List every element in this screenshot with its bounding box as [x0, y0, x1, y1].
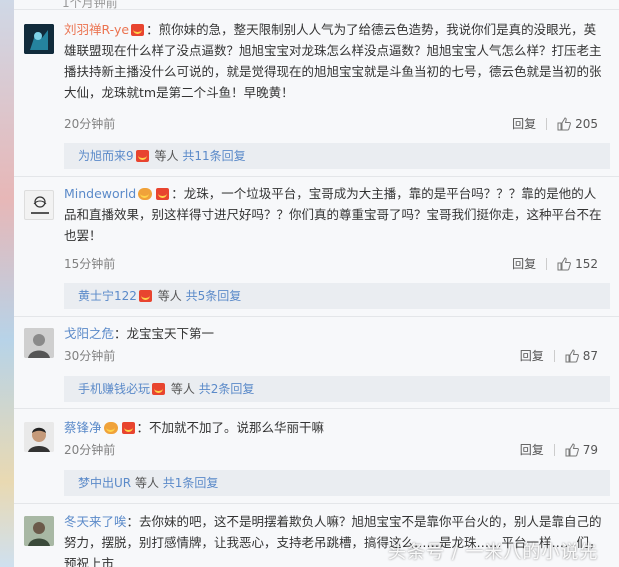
comment-content: 刘羽禅R-ye ：煎你妹的急，整天限制别人人气为了给德云色造势，我说你们是真的没眼…	[64, 19, 604, 103]
reply-thread[interactable]: 黄士宁122 等人 共5条回复	[64, 283, 610, 309]
like-button[interactable]: 205	[557, 117, 598, 131]
comment-time: 30分钟前	[64, 349, 116, 363]
reply-user[interactable]: 手机赚钱必玩	[78, 382, 150, 396]
vip-badge-icon	[138, 290, 152, 302]
reply-count-link[interactable]: 共2条回复	[199, 382, 255, 396]
like-count: 152	[575, 256, 598, 271]
reply-user[interactable]: 为旭而来9	[78, 149, 134, 163]
action-divider	[553, 443, 555, 456]
vip-badge-icon	[135, 150, 149, 162]
divider	[14, 9, 619, 10]
reply-button[interactable]: 回复	[520, 347, 544, 364]
action-divider	[546, 117, 548, 130]
reply-others: 等人	[154, 149, 179, 163]
comment-username[interactable]: 戈阳之危	[64, 326, 114, 341]
reply-button[interactable]: 回复	[512, 115, 536, 132]
reply-others: 等人	[157, 289, 182, 303]
reply-count-link[interactable]: 共11条回复	[182, 149, 245, 163]
reply-others: 等人	[134, 476, 159, 490]
like-button[interactable]: 79	[565, 443, 598, 457]
divider	[14, 176, 619, 177]
reply-count-link[interactable]: 共5条回复	[186, 289, 242, 303]
comment-text: ：不加就不加了。说那么华丽干嘛	[136, 420, 325, 435]
comment-meta: 15分钟前 回复 152	[64, 255, 604, 273]
vip-badge-icon	[121, 422, 135, 434]
like-count: 87	[582, 348, 598, 363]
divider	[14, 503, 619, 504]
avatar[interactable]	[24, 516, 54, 546]
reply-thread[interactable]: 手机赚钱必玩 等人 共2条回复	[64, 376, 610, 402]
comment-content: 蔡锋净 ：不加就不加了。说那么华丽干嘛	[64, 417, 604, 438]
reply-thread[interactable]: 梦中出UR 等人 共1条回复	[64, 470, 610, 496]
avatar[interactable]	[24, 328, 54, 358]
comment-time: 20分钟前	[64, 117, 116, 131]
comment-time: 20分钟前	[64, 443, 116, 457]
comment-username[interactable]: Mindeworld	[64, 186, 136, 201]
like-button[interactable]: 87	[565, 349, 598, 363]
reply-user[interactable]: 梦中出UR	[78, 476, 131, 490]
thumbs-up-icon	[565, 442, 579, 456]
avatar[interactable]	[24, 190, 54, 220]
comment-meta: 20分钟前 回复 205	[64, 115, 604, 133]
comment-time: 15分钟前	[64, 257, 116, 271]
comment-text: ：龙宝宝天下第一	[114, 326, 215, 341]
comment-meta: 20分钟前 回复 79	[64, 441, 604, 459]
comment-panel: 1个月钟前 刘羽禅R-ye ：煎你妹的急，整天限制别人人气为了给德云色造势，我说你…	[14, 0, 619, 567]
comment-username[interactable]: 蔡锋净	[64, 420, 102, 435]
action-divider	[553, 349, 555, 362]
fan-badge-icon	[103, 422, 118, 434]
comment-content: Mindeworld ：龙珠，一个垃圾平台，宝哥成为大主播，靠的是平台吗？？？靠的…	[64, 183, 604, 246]
fan-badge-icon	[138, 188, 153, 200]
thumbs-up-icon	[557, 256, 572, 270]
vip-badge-icon	[131, 24, 145, 36]
watermark: 头条号 / 一米八的小说先	[388, 542, 599, 563]
thumbs-up-icon	[565, 348, 579, 362]
reply-button[interactable]: 回复	[512, 255, 536, 272]
vip-badge-icon	[152, 383, 166, 395]
reply-user[interactable]: 黄士宁122	[78, 289, 137, 303]
comment-meta: 30分钟前 回复 87	[64, 347, 604, 365]
like-count: 79	[582, 442, 598, 457]
avatar[interactable]	[24, 24, 54, 54]
comment-username[interactable]: 刘羽禅R-ye	[64, 22, 129, 37]
vip-badge-icon	[156, 188, 170, 200]
background-strip	[0, 0, 14, 567]
reply-others: 等人	[170, 382, 195, 396]
reply-thread[interactable]: 为旭而来9 等人 共11条回复	[64, 143, 610, 169]
like-button[interactable]: 152	[557, 257, 598, 271]
comment-content: 戈阳之危：龙宝宝天下第一	[64, 323, 604, 344]
reply-count-link[interactable]: 共1条回复	[163, 476, 219, 490]
action-divider	[546, 257, 548, 270]
thumbs-up-icon	[557, 116, 572, 130]
reply-button[interactable]: 回复	[520, 441, 544, 458]
divider	[14, 316, 619, 317]
comment-username[interactable]: 冬天来了唉	[64, 514, 127, 529]
divider	[14, 408, 619, 409]
comment-text: ：煎你妹的急，整天限制别人人气为了给德云色造势，我说你们是真的没眼光，英雄联盟现…	[64, 22, 602, 100]
like-count: 205	[575, 116, 598, 131]
avatar[interactable]	[24, 422, 54, 452]
